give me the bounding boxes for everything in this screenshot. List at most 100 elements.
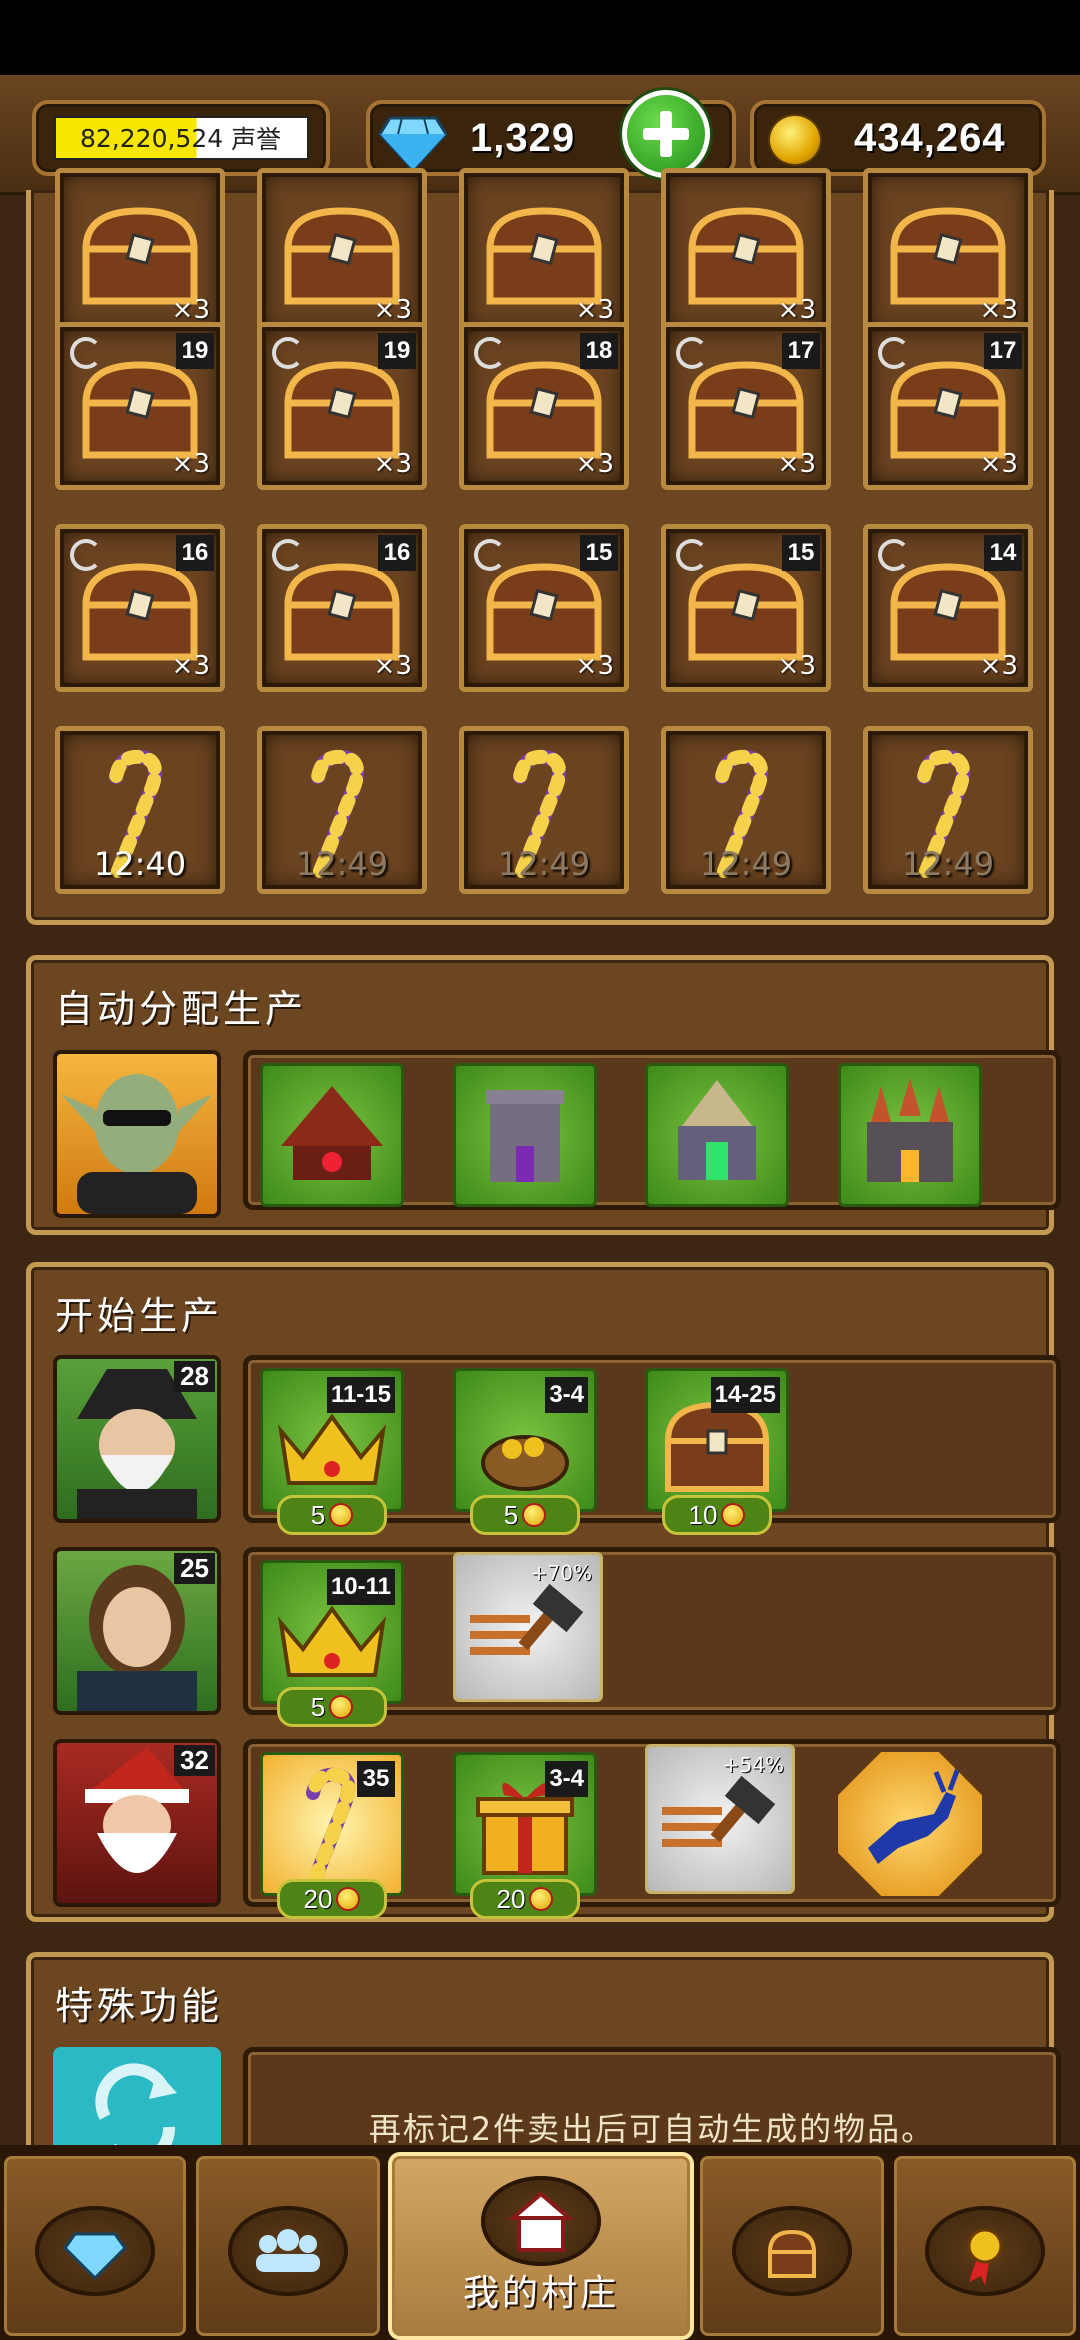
nav-chests[interactable] (696, 2152, 888, 2340)
reindeer-skill-button[interactable] (838, 1752, 982, 1896)
coin-icon (768, 114, 822, 166)
chest-tile[interactable]: ×3 (257, 168, 427, 336)
refresh-icon (95, 2063, 177, 2167)
building-temple[interactable] (645, 1063, 789, 1207)
refresh-icon (474, 539, 506, 571)
coin-icon (522, 1503, 547, 1527)
gold-count: 434,264 (854, 116, 1006, 160)
chest-count: ×3 (171, 295, 210, 325)
timer-label: 12:49 (901, 845, 995, 883)
fame-value: 82,220,524 (80, 123, 224, 153)
building-tower[interactable] (453, 1063, 597, 1207)
gold-sack-item[interactable]: 3-4 5 (453, 1368, 597, 1535)
chest-tile[interactable]: ×3 (661, 168, 831, 336)
candy-cane-tile[interactable]: 12:40 (55, 726, 225, 894)
people-icon (256, 2229, 320, 2272)
worker-row-2: 10-11 5 +70% (243, 1547, 1061, 1727)
hammer-boost-item[interactable]: +70% (453, 1552, 603, 1702)
coin-icon (336, 1887, 361, 1911)
building-castle[interactable] (838, 1063, 982, 1207)
cost-pill: 5 (277, 1687, 387, 1727)
chest-tile[interactable]: 17 ×3 (661, 322, 831, 490)
item-range-badge: 3-4 (545, 1761, 588, 1797)
chest-level-badge: 16 (176, 535, 214, 571)
item-range-badge: 3-4 (545, 1377, 588, 1413)
coin-icon (721, 1503, 746, 1527)
coin-icon (529, 1887, 554, 1911)
worker-row-1: 11-15 5 3-4 5 14-25 10 (243, 1355, 1061, 1535)
chest-tile[interactable]: ×3 (55, 168, 225, 336)
chest-item[interactable]: 14-25 10 (645, 1368, 789, 1535)
bard-portrait[interactable]: 25 (53, 1547, 221, 1715)
chest-tile[interactable]: 17 ×3 (863, 322, 1033, 490)
chest-count: ×3 (979, 295, 1018, 325)
chest-count: ×3 (979, 449, 1018, 479)
fame-label: 声誉 (231, 125, 282, 154)
gem-icon (378, 116, 448, 172)
candy-cane-tile[interactable]: 12:49 (661, 726, 831, 894)
refresh-icon (676, 337, 708, 369)
nav-shop[interactable] (0, 2152, 190, 2340)
chest-tile[interactable]: 15 ×3 (459, 524, 629, 692)
special-description: 再标记2件卖出后可自动生成的物品。 (368, 2110, 936, 2148)
timer-label: 12:49 (295, 845, 389, 883)
auto-production-panel: 自动分配生产 (26, 955, 1061, 1235)
fame-counter: 82,220,524 声誉 (32, 100, 330, 176)
refresh-icon (676, 539, 708, 571)
chest-level-badge: 19 (378, 333, 416, 369)
chest-tile[interactable]: 19 ×3 (55, 322, 225, 490)
crown-item[interactable]: 10-11 5 (260, 1560, 404, 1727)
reindeer-icon (868, 1767, 961, 1864)
candy-cane-tile[interactable]: 12:49 (459, 726, 629, 894)
chest-level-badge: 17 (984, 333, 1022, 369)
chest-tile[interactable]: 16 ×3 (55, 524, 225, 692)
chest-count: ×3 (373, 449, 412, 479)
chest-tile[interactable]: 18 ×3 (459, 322, 629, 490)
chest-icon (767, 2229, 817, 2278)
candy-cane-tile[interactable]: 12:49 (863, 726, 1033, 894)
chest-count: ×3 (777, 449, 816, 479)
building-tent[interactable] (260, 1063, 404, 1207)
boost-percent: +54% (722, 1753, 784, 1777)
chest-count: ×3 (171, 449, 210, 479)
candy-cane-item[interactable]: 35 20 (260, 1752, 404, 1919)
nav-achievements[interactable] (890, 2152, 1080, 2340)
timer-label: 12:49 (497, 845, 591, 883)
chest-level-badge: 19 (176, 333, 214, 369)
chest-level-badge: 16 (378, 535, 416, 571)
house-icon (507, 2191, 575, 2252)
crown-item[interactable]: 11-15 5 (260, 1368, 404, 1535)
santa-portrait[interactable]: 32 (53, 1739, 221, 1907)
auto-sell-toggle[interactable] (53, 2047, 221, 2167)
special-title: 特殊功能 (55, 1984, 224, 2028)
chest-level-badge: 17 (782, 333, 820, 369)
item-range-badge: 10-11 (326, 1569, 395, 1605)
chest-level-badge: 15 (580, 535, 618, 571)
nav-heroes[interactable] (192, 2152, 384, 2340)
cost-pill: 20 (470, 1879, 580, 1919)
hammer-boost-item[interactable]: +54% (645, 1744, 795, 1894)
chest-tile[interactable]: ×3 (459, 168, 629, 336)
production-title: 开始生产 (55, 1294, 224, 1338)
chest-tile[interactable]: 15 ×3 (661, 524, 831, 692)
item-range-badge: 11-15 (326, 1377, 395, 1413)
chest-level-badge: 14 (984, 535, 1022, 571)
refresh-icon (474, 337, 506, 369)
cost-pill: 5 (470, 1495, 580, 1535)
chest-count: ×3 (777, 651, 816, 681)
auto-production-title: 自动分配生产 (55, 987, 308, 1031)
orc-portrait[interactable] (53, 1050, 221, 1218)
chest-tile[interactable]: ×3 (863, 168, 1033, 336)
chest-tile[interactable]: 14 ×3 (863, 524, 1033, 692)
candy-cane-tile[interactable]: 12:49 (257, 726, 427, 894)
gift-item[interactable]: 3-4 20 (453, 1752, 597, 1919)
wizard-portrait[interactable]: 28 (53, 1355, 221, 1523)
nav-my-village[interactable]: 我的村庄 (388, 2152, 694, 2340)
chest-tile[interactable]: 19 ×3 (257, 322, 427, 490)
cost-value: 10 (688, 1499, 718, 1530)
chest-count: ×3 (373, 651, 412, 681)
buy-gems-button[interactable] (622, 90, 710, 178)
cost-value: 5 (310, 1499, 326, 1530)
chest-tile[interactable]: 16 ×3 (257, 524, 427, 692)
coin-icon (329, 1503, 354, 1527)
